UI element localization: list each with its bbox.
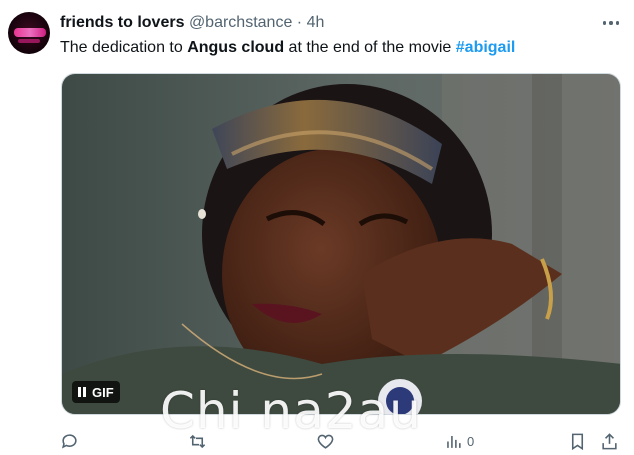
more-options-icon[interactable] <box>600 18 622 28</box>
avatar-graphic <box>14 28 46 37</box>
separator: · <box>296 14 303 31</box>
views-icon <box>447 435 461 448</box>
watermark: Chi na2au <box>160 382 422 440</box>
gif-media[interactable] <box>61 73 621 415</box>
tweet-text-bold: Angus cloud <box>187 39 285 56</box>
reply-button[interactable] <box>60 428 79 454</box>
display-name[interactable]: friends to lovers <box>60 14 184 31</box>
share-button[interactable] <box>600 428 619 454</box>
bookmark-icon <box>571 433 584 450</box>
gif-frame-image <box>62 74 620 414</box>
tweet-text-prefix: The dedication to <box>60 39 188 56</box>
tweet[interactable]: friends to lovers @barchstance · 4h The … <box>0 0 634 455</box>
bookmark-button[interactable] <box>568 428 587 454</box>
views-button[interactable]: 0 <box>444 428 474 454</box>
user-handle[interactable]: @barchstance <box>189 14 292 31</box>
tweet-text-middle: at the end of the movie <box>284 39 456 56</box>
views-count: 0 <box>467 433 475 449</box>
timestamp[interactable]: 4h <box>307 14 325 31</box>
tweet-text: The dedication to Angus cloud at the end… <box>60 39 515 57</box>
avatar-graphic-line <box>18 39 40 43</box>
profile-avatar[interactable] <box>8 12 50 54</box>
reply-icon <box>61 433 77 449</box>
hashtag-link[interactable]: #abigail <box>456 39 516 56</box>
gif-badge-label: GIF <box>92 384 114 400</box>
gif-badge[interactable]: GIF <box>72 381 120 403</box>
share-icon <box>602 432 617 449</box>
tweet-header: friends to lovers @barchstance · 4h <box>60 14 324 32</box>
pause-icon[interactable] <box>78 387 86 397</box>
